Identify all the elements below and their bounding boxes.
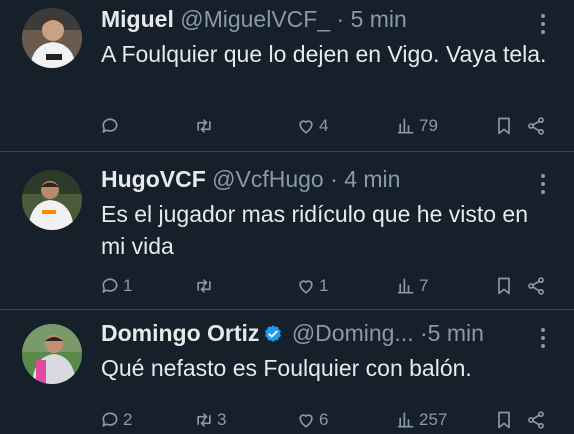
share-icon [528, 117, 544, 135]
verified-badge-icon [265, 325, 282, 342]
retweet-button[interactable]: 3 [194, 406, 226, 434]
reply-count: 1 [123, 276, 133, 295]
retweet-button[interactable] [194, 112, 217, 140]
bookmark-icon [498, 411, 510, 429]
separator: · [330, 166, 338, 192]
retweet-icon [197, 279, 211, 293]
more-options-icon[interactable] [540, 328, 546, 350]
like-button[interactable]: 1 [296, 272, 328, 300]
heart-icon [299, 280, 313, 294]
more-options-icon[interactable] [540, 14, 546, 36]
reply-button[interactable]: 1 [100, 272, 132, 300]
tweet-text: Qué nefasto es Foulquier con balón. [101, 355, 472, 381]
like-count: 6 [319, 410, 329, 429]
tweet-text: Es el jugador mas ridículo que he visto … [101, 201, 529, 259]
view-count: 7 [419, 276, 429, 295]
heart-icon [299, 120, 313, 134]
display-name[interactable]: HugoVCF [101, 166, 206, 192]
like-button[interactable]: 4 [296, 112, 328, 140]
reply-icon [102, 118, 118, 133]
display-name[interactable]: Domingo Ortiz [101, 320, 259, 346]
timestamp[interactable]: 4 min [344, 166, 400, 192]
share-icon [528, 411, 544, 429]
separator: · [420, 320, 428, 346]
timestamp[interactable]: 5 min [428, 320, 484, 346]
user-handle[interactable]: @Doming... [292, 320, 414, 346]
view-count: 79 [419, 116, 438, 135]
bookmark-button[interactable] [494, 272, 514, 300]
display-name[interactable]: Miguel [101, 6, 174, 32]
share-button[interactable] [526, 112, 546, 140]
action-bar: 4 79 [100, 112, 554, 140]
retweet-count: 3 [217, 410, 227, 429]
avatar[interactable] [22, 170, 82, 230]
action-bar: 2 3 6 257 [100, 406, 554, 434]
views-button[interactable]: 79 [396, 112, 438, 140]
bookmark-icon [498, 277, 510, 295]
retweet-button[interactable] [194, 272, 217, 300]
user-handle[interactable]: @VcfHugo [212, 166, 324, 192]
user-handle[interactable]: @MiguelVCF_ [180, 6, 330, 32]
share-button[interactable] [526, 272, 546, 300]
tweet-header: Miguel @MiguelVCF_ · 5 min [101, 4, 526, 34]
views-icon [397, 118, 414, 134]
more-options-icon[interactable] [540, 174, 546, 196]
views-button[interactable]: 257 [396, 406, 447, 434]
timestamp[interactable]: 5 min [351, 6, 407, 32]
avatar[interactable] [22, 8, 82, 68]
view-count: 257 [419, 410, 448, 429]
tweet-header: Domingo Ortiz @Doming... ·5 min [101, 318, 526, 348]
retweet-icon [197, 413, 211, 427]
separator: · [336, 6, 345, 32]
reply-button[interactable] [100, 112, 123, 140]
reply-button[interactable]: 2 [100, 406, 132, 434]
heart-icon [299, 414, 313, 428]
tweet[interactable]: HugoVCF @VcfHugo · 4 min Es el jugador m… [0, 152, 574, 310]
views-icon [397, 412, 414, 428]
views-button[interactable]: 7 [396, 272, 428, 300]
tweet[interactable]: Miguel @MiguelVCF_ · 5 min A Foulquier q… [0, 0, 574, 152]
tweet[interactable]: Domingo Ortiz @Doming... ·5 min Qué nefa… [0, 310, 574, 429]
avatar[interactable] [22, 324, 82, 384]
like-count: 4 [319, 116, 329, 135]
reply-count: 2 [123, 410, 133, 429]
like-count: 1 [319, 276, 329, 295]
bookmark-button[interactable] [494, 406, 514, 434]
like-button[interactable]: 6 [296, 406, 328, 434]
bookmark-icon [498, 117, 510, 135]
share-button[interactable] [526, 406, 546, 434]
reply-icon [102, 412, 118, 427]
tweet-text: A Foulquier que lo dejen en Vigo. Vaya t… [101, 41, 547, 67]
retweet-icon [197, 119, 211, 133]
share-icon [528, 277, 544, 295]
tweet-header: HugoVCF @VcfHugo · 4 min [101, 164, 526, 194]
reply-feed: Miguel @MiguelVCF_ · 5 min A Foulquier q… [0, 0, 574, 429]
views-icon [397, 278, 414, 294]
bookmark-button[interactable] [494, 112, 514, 140]
action-bar: 1 1 7 [100, 272, 554, 300]
reply-icon [102, 278, 118, 293]
